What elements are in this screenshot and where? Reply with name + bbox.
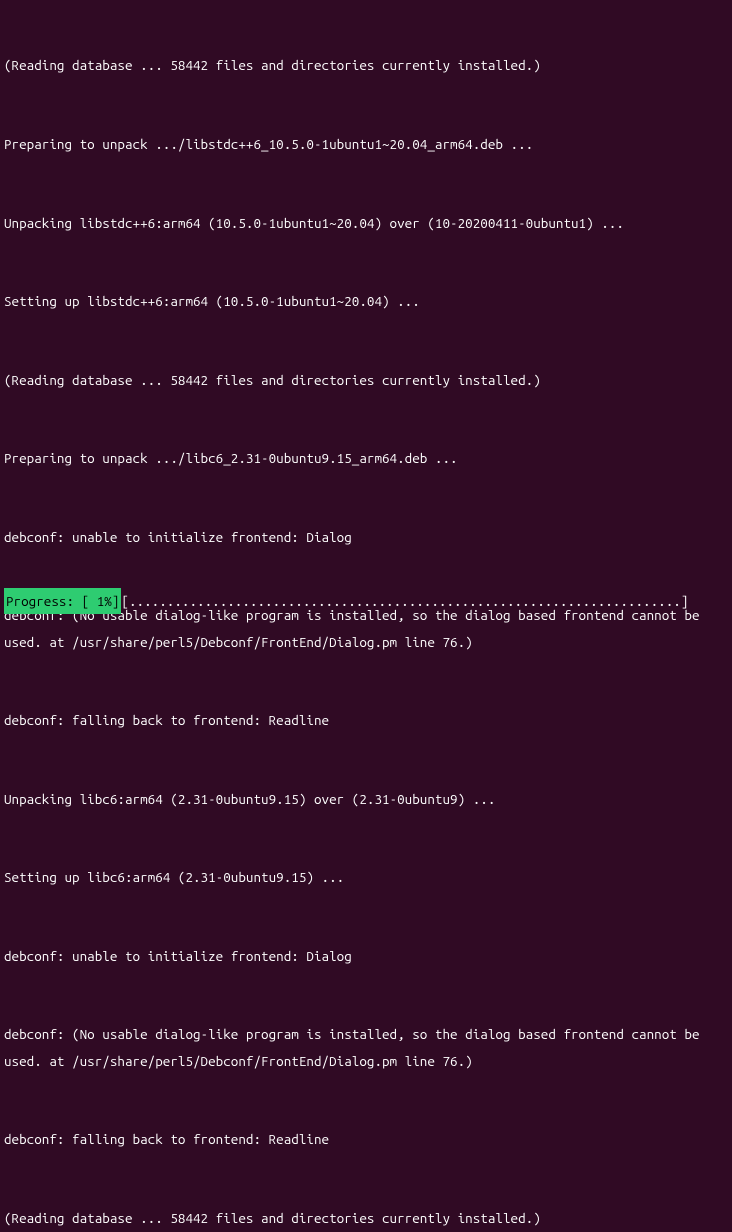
terminal-line: (Reading database ... 58442 files and di… — [4, 367, 728, 393]
terminal-line: debconf: (No usable dialog-like program … — [4, 1021, 728, 1073]
terminal-line: (Reading database ... 58442 files and di… — [4, 1205, 728, 1231]
progress-bar: Progress: [ 1%] [.......................… — [0, 588, 732, 616]
terminal-line: debconf: unable to initialize frontend: … — [4, 524, 728, 550]
terminal-line: Setting up libc6:arm64 (2.31-0ubuntu9.15… — [4, 864, 728, 890]
terminal-line: debconf: falling back to frontend: Readl… — [4, 707, 728, 733]
terminal-line: Unpacking libc6:arm64 (2.31-0ubuntu9.15)… — [4, 786, 728, 812]
progress-dots: [.......................................… — [121, 588, 728, 614]
progress-percentage: Progress: [ 1%] — [4, 588, 121, 614]
terminal-line: (Reading database ... 58442 files and di… — [4, 52, 728, 78]
terminal-line: debconf: falling back to frontend: Readl… — [4, 1126, 728, 1152]
terminal-line: Setting up libstdc++6:arm64 (10.5.0-1ubu… — [4, 288, 728, 314]
terminal-line: Preparing to unpack .../libc6_2.31-0ubun… — [4, 445, 728, 471]
terminal-line: debconf: unable to initialize frontend: … — [4, 943, 728, 969]
terminal-line: Preparing to unpack .../libstdc++6_10.5.… — [4, 131, 728, 157]
terminal-line: Unpacking libstdc++6:arm64 (10.5.0-1ubun… — [4, 210, 728, 236]
terminal-output[interactable]: (Reading database ... 58442 files and di… — [0, 0, 732, 1232]
